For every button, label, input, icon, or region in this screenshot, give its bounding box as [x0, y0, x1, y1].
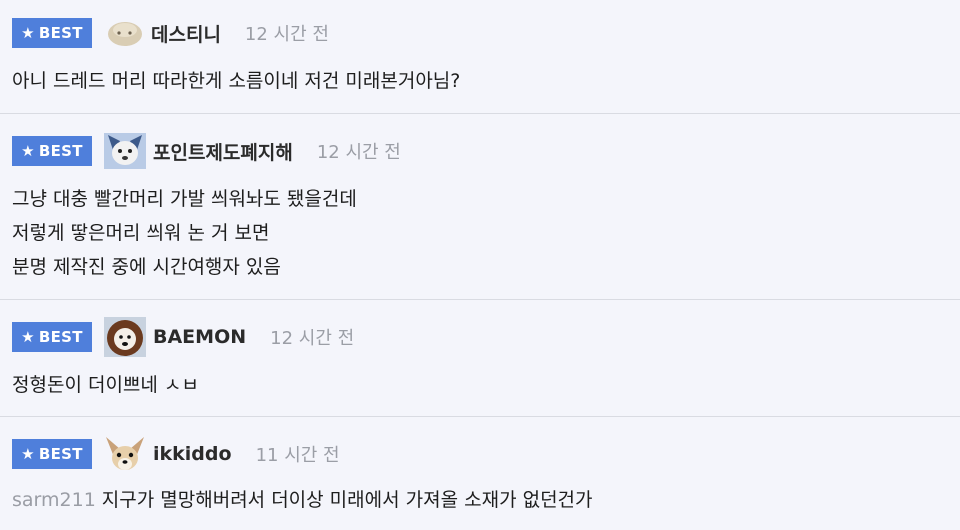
comment-item: ★ BEST 데스티니 12 시간 전 아니 드레드 머리 따라한게 소름이네 …: [0, 0, 960, 114]
star-icon: ★: [21, 23, 35, 42]
timestamp: 12 시간 전: [316, 142, 401, 163]
nickname[interactable]: ikkiddo: [153, 443, 232, 465]
comment-text: 저렇게 땋은머리 씌워 논 거 보면: [12, 222, 270, 244]
blob-avatar-icon[interactable]: [106, 16, 144, 50]
lion-avatar-icon[interactable]: [104, 317, 146, 357]
nickname[interactable]: 데스티니: [151, 20, 221, 47]
best-label: BEST: [38, 24, 83, 42]
comment-text: 정형돈이 더이쁘네 ㅅㅂ: [12, 374, 199, 396]
comment-text: 그냥 대충 빨간머리 가발 씌워놔도 됐을건데: [12, 188, 357, 210]
dog-avatar-icon[interactable]: [104, 133, 146, 169]
best-label: BEST: [38, 142, 83, 160]
comment-text: 아니 드레드 머리 따라한게 소름이네 저건 미래본거아님?: [12, 70, 461, 92]
timestamp: 12 시간 전: [244, 24, 329, 45]
timestamp: 11 시간 전: [255, 445, 340, 466]
nickname[interactable]: BAEMON: [153, 326, 246, 348]
best-label: BEST: [38, 328, 83, 346]
comment-text: sarm211 지구가 멸망해버려서 더이상 미래에서 가져올 소재가 없던건가: [12, 485, 593, 512]
best-badge: ★ BEST: [12, 439, 92, 469]
best-label: BEST: [38, 445, 83, 463]
star-icon: ★: [21, 327, 35, 346]
chihuahua-avatar-icon[interactable]: [104, 435, 146, 473]
mention-link[interactable]: sarm211: [12, 489, 96, 511]
best-badge: ★ BEST: [12, 322, 92, 352]
nickname[interactable]: 포인트제도폐지해: [153, 138, 293, 165]
best-badge: ★ BEST: [12, 136, 92, 166]
star-icon: ★: [21, 141, 35, 160]
timestamp: 12 시간 전: [270, 328, 355, 349]
comment-text-body: 지구가 멸망해버려서 더이상 미래에서 가져올 소재가 없던건가: [101, 489, 593, 511]
star-icon: ★: [21, 444, 35, 463]
comment-item: ★ BEST ikkiddo 11 시간 전 sarm211 지구가 멸망해버려서…: [0, 417, 960, 530]
comment-item: ★ BEST BAEMON 12 시간 전 정형돈이 더이쁘네 ㅅㅂ: [0, 300, 960, 417]
comment-text: 분명 제작진 중에 시간여행자 있음: [12, 256, 281, 278]
best-badge: ★ BEST: [12, 18, 92, 48]
comment-item: ★ BEST 포인트제도폐지해 12 시간 전 그냥 대충 빨간머리 가발 씌워…: [0, 114, 960, 300]
